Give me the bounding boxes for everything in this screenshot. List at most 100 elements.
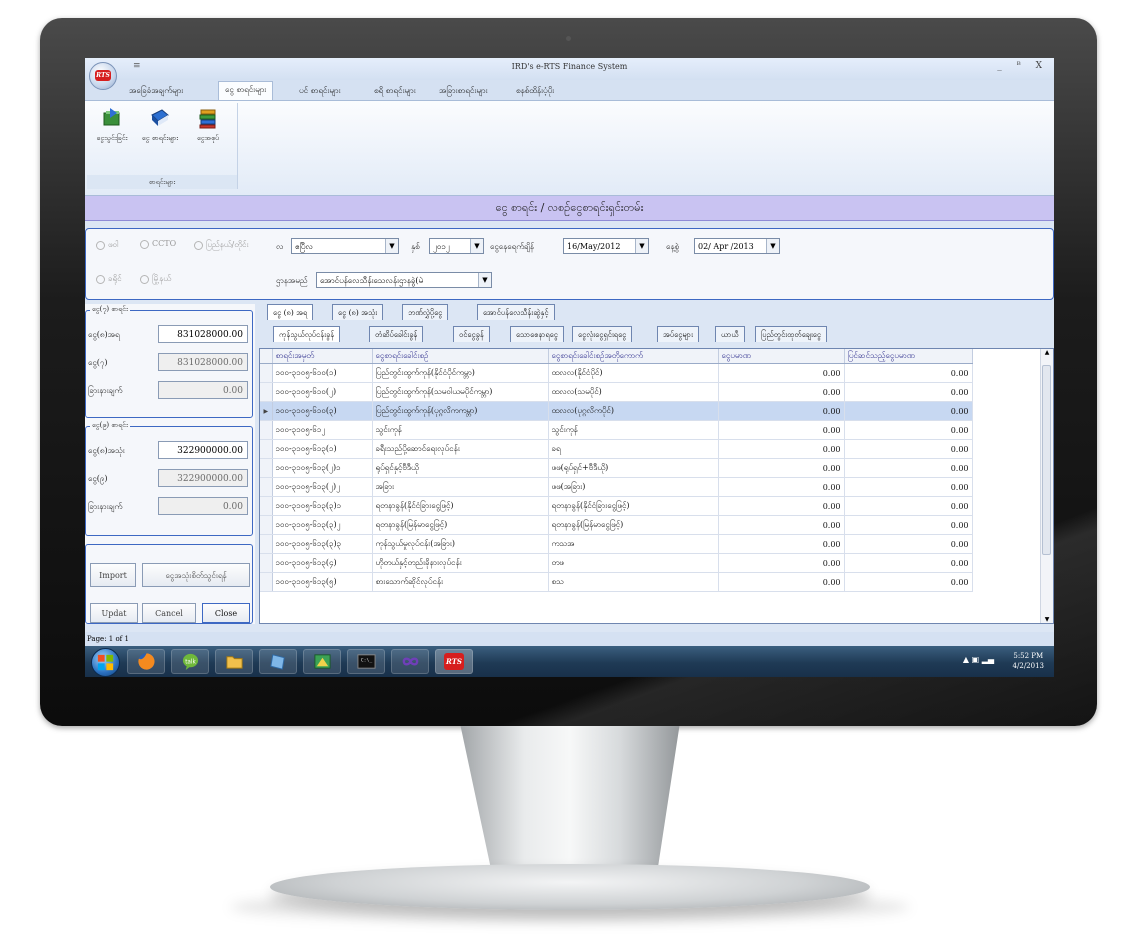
taskbar-firefox[interactable] [127, 649, 165, 674]
row-indicator[interactable] [260, 515, 273, 535]
received-value[interactable]: 831028000.00 [158, 325, 248, 343]
cell-adjusted-amount[interactable]: 0.00 [844, 439, 973, 459]
from-date-picker[interactable]: 16/May/2012 ▼ [563, 238, 649, 254]
cell-account-title[interactable]: ရတနာခွန်(နိုင်ငံခြားငွေဖြင့်) [372, 496, 549, 516]
tab-received[interactable]: ငွေ (၈) အရ [267, 304, 314, 320]
table-row[interactable]: ၁၀၀-၃၁၀၅-၆၁၀(၁) ပြည်တွင်းထွက်ကုန်(နိုင်ငံ… [260, 363, 973, 383]
cell-account-title[interactable]: ပြည်တွင်းထွက်ကုန်(နိုင်ငံပိုင်ကမ္ဘာ) [372, 363, 549, 383]
tab-vehicle[interactable]: ယာယီ [715, 326, 745, 342]
tab-cash-accounts[interactable]: ငွေ စာရင်းများ [218, 81, 274, 102]
tab-budget-transfer[interactable]: ဘဏ်လွှဲပို့ငွေ [402, 304, 449, 320]
cell-adjusted-amount[interactable]: 0.00 [844, 534, 973, 554]
cell-adjusted-amount[interactable]: 0.00 [844, 420, 973, 440]
office-select[interactable]: အောင်ပန်လေသီန်းသေလန်းဌာနခွဲ(မဲ ▼ [316, 272, 492, 288]
cell-adjusted-amount[interactable]: 0.00 [844, 496, 973, 516]
start-button[interactable] [91, 648, 120, 677]
table-row[interactable]: ၁၀၀-၃၁၀၅-၆၁၃(၂)၁ ရုပ်ရှင်နှင့်ဗီဒီယို ဖဖ(ရ… [260, 458, 973, 478]
verify-used-button[interactable]: ငွေအသုံးစိတ်သွင်းရန် [142, 563, 250, 587]
import-button[interactable]: Import [90, 563, 136, 587]
row-indicator[interactable] [260, 534, 273, 554]
cell-adjusted-amount[interactable]: 0.00 [844, 401, 973, 421]
cell-account-short[interactable]: ရတနာခွန်(မြန်မာငွေဖြင့်) [548, 515, 719, 535]
table-row[interactable]: ၁၀၀-၃၁၀၅-၆၁၃(၂)၂ အခြား ဖဖ(အခြား) 0.00 0.00 [260, 477, 973, 497]
cell-account-short[interactable]: စသ [548, 572, 719, 592]
cell-adjusted-amount[interactable]: 0.00 [844, 515, 973, 535]
table-row[interactable]: ၁၀၀-၃၁၀၅-၆၁၃(၄) ဟိုတယ်နှင့်တည်းခိုနားလုပ်… [260, 553, 973, 573]
cell-account-short[interactable]: ထလလ(သမပိုင်) [548, 382, 719, 402]
col-adjusted-amount[interactable]: ပြင်ဆင်သည့်ငွေပမာဏ [844, 349, 973, 364]
tab-general[interactable]: အခြေခံအချက်များ [123, 83, 189, 99]
month-select[interactable]: ဧပြီလ ▼ [291, 238, 399, 254]
cell-amount[interactable]: 0.00 [718, 420, 845, 440]
cell-account-short[interactable]: ကသအ [548, 534, 719, 554]
tab-used[interactable]: ငွေ (၈) အသုံး [332, 304, 384, 320]
clock[interactable]: 5:52 PM 4/2/2013 [1013, 651, 1044, 671]
cell-account-code[interactable]: ၁၀၀-၃၁၀၅-၆၁၃(၂)၂ [272, 477, 373, 497]
taskbar-cmd[interactable]: C:\_ [347, 649, 385, 674]
cell-account-title[interactable]: ကုန်သွယ်မှုလုပ်ငန်း(အခြား) [372, 534, 549, 554]
cell-amount[interactable]: 0.00 [718, 439, 845, 459]
tab-commercial[interactable]: ကုန်သွယ်လုပ်ငန်းခွန် [273, 326, 341, 342]
row-indicator[interactable] [260, 572, 273, 592]
cell-account-short[interactable]: ထလလ(ပုဂ္ဂလိကပိုင်) [548, 401, 719, 421]
row-indicator[interactable] [260, 363, 273, 383]
cell-adjusted-amount[interactable]: 0.00 [844, 572, 973, 592]
tab-stamp[interactable]: တံဆိပ်ခေါင်းခွန် [369, 326, 424, 342]
row-indicator[interactable] [260, 439, 273, 459]
scroll-up-icon[interactable]: ▲ [1041, 349, 1053, 356]
cancel-button[interactable]: Cancel [142, 603, 196, 623]
cell-account-title[interactable]: စားသောက်ဆိုင်လုပ်ငန်း [372, 572, 549, 592]
radio-state-region[interactable]: ပြည်နယ်/တိုင်း [194, 239, 249, 251]
cell-adjusted-amount[interactable]: 0.00 [844, 477, 973, 497]
ribbon-cash-accounts-button[interactable]: ငွေ စာရင်းများ [137, 107, 183, 144]
year-select[interactable]: ၂၀၁၂ ▼ [429, 238, 484, 254]
table-row[interactable]: ၁၀၀-၃၁၀၅-၆၁၃(၅) စားသောက်ဆိုင်လုပ်ငန်း စသ 0.… [260, 572, 973, 592]
cell-account-code[interactable]: ၁၀၀-၃၁၀၅-၆၁၃(၃)၁ [272, 496, 373, 516]
cell-amount[interactable]: 0.00 [718, 477, 845, 497]
tab-deposits[interactable]: အပ်ငွေများ [657, 326, 699, 342]
application-menu-button[interactable]: RTS [89, 62, 117, 90]
cell-account-code[interactable]: ၁၀၀-၃၁၀၅-၆၁၃(၃)၂ [272, 515, 373, 535]
cell-amount[interactable]: 0.00 [718, 458, 845, 478]
cell-account-code[interactable]: ၁၀၀-၃၁၀၅-၆၁၃(၅) [272, 572, 373, 592]
cell-amount[interactable]: 0.00 [718, 572, 845, 592]
cell-account-code[interactable]: ၁၀၀-၃၁၀၅-၆၁၀(၂) [272, 382, 373, 402]
col-account-title[interactable]: ငွေစာရင်းခေါင်းစဉ် [372, 349, 549, 364]
ribbon-deposit-button[interactable]: ငွေသွင်းခြင်း [89, 107, 135, 144]
cell-amount[interactable]: 0.00 [718, 401, 845, 421]
radio-office[interactable]: ဖဝါ [96, 239, 118, 251]
tab-system-settings[interactable]: စနစ်ထိန်းပံ့ပိုး [510, 83, 560, 99]
scroll-down-icon[interactable]: ▼ [1041, 616, 1053, 623]
tab-other-accounts[interactable]: အခြားစာရင်းများ [433, 83, 494, 99]
to-date-picker[interactable]: 02/ Apr /2013 ▼ [694, 238, 780, 254]
tab-income[interactable]: ဝင်ငွေခွန် [453, 326, 490, 342]
cell-adjusted-amount[interactable]: 0.00 [844, 458, 973, 478]
cell-account-title[interactable]: ရတနာခွန်(မြန်မာငွေဖြင့်) [372, 515, 549, 535]
window-controls[interactable]: _ ᴮ X [997, 61, 1048, 71]
radio-ccto[interactable]: CCTO [140, 239, 176, 249]
cell-adjusted-amount[interactable]: 0.00 [844, 363, 973, 383]
cell-adjusted-amount[interactable]: 0.00 [844, 382, 973, 402]
cell-amount[interactable]: 0.00 [718, 496, 845, 516]
cell-account-title[interactable]: ခရီးသည်ပို့ဆောင်ရေးလုပ်ငန်း [372, 439, 549, 459]
table-row[interactable]: ၁၀၀-၃၁၀၅-၆၁၃(၃)၂ ရတနာခွန်(မြန်မာငွေဖြင့်)… [260, 515, 973, 535]
used-value[interactable]: 322900000.00 [158, 441, 248, 459]
cell-account-code[interactable]: ၁၀၀-၃၁၀၅-၆၁၃(၄) [272, 553, 373, 573]
taskbar-rts[interactable]: RTS [435, 649, 473, 674]
cell-amount[interactable]: 0.00 [718, 553, 845, 573]
cell-amount[interactable]: 0.00 [718, 382, 845, 402]
cell-account-code[interactable]: ၁၀၀-၃၁၀၅-၆၁၃(၃)၃ [272, 534, 373, 554]
cell-account-short[interactable]: ဖဖ(အခြား) [548, 477, 719, 497]
row-indicator[interactable] [260, 496, 273, 516]
table-row[interactable]: ၁၀၀-၃၁၀၅-၆၁၂ သွင်းကုန် သွင်းကုန် 0.00 0.00 [260, 420, 973, 440]
close-button[interactable]: Close [202, 603, 250, 623]
cell-account-title[interactable]: ပြည်တွင်းထွက်ကုန်(သမဝါယမပိုင်ကမ္ဘာ) [372, 382, 549, 402]
col-amount[interactable]: ငွေပမာဏ [718, 349, 845, 364]
taskbar-app5[interactable] [303, 649, 341, 674]
tab-expense-accounts[interactable]: စရိ စာရင်းများ [368, 83, 422, 99]
tab-lottery[interactable]: ငွေလုံးငွေရှင်းရငွေ [572, 326, 633, 342]
cell-account-short[interactable]: ခရ [548, 439, 719, 459]
cell-amount[interactable]: 0.00 [718, 515, 845, 535]
cell-amount[interactable]: 0.00 [718, 363, 845, 383]
cell-account-title[interactable]: ရုပ်ရှင်နှင့်ဗီဒီယို [372, 458, 549, 478]
